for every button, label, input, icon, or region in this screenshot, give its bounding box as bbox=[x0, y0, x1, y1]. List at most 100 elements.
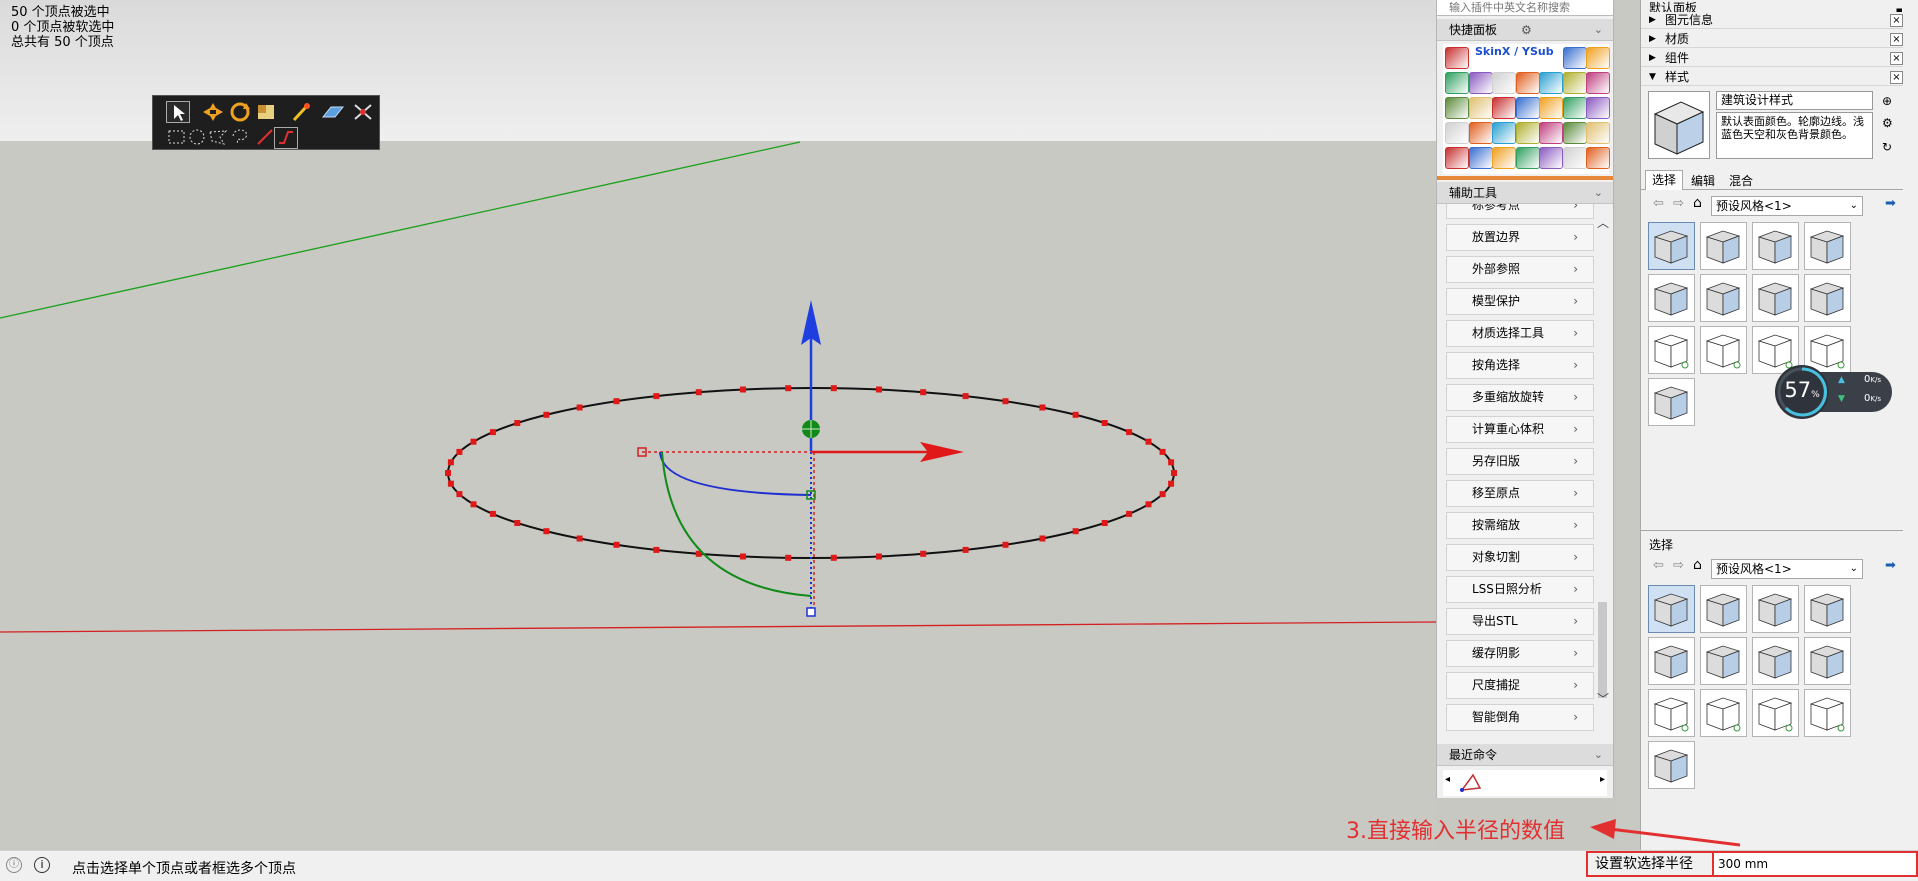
vertex-marker[interactable] bbox=[456, 448, 463, 455]
lower-style-dropdown[interactable]: 预设风格<1> ⌄ bbox=[1711, 559, 1863, 579]
vertex-marker[interactable] bbox=[653, 546, 660, 553]
plugin-tool-icon[interactable] bbox=[1515, 97, 1540, 119]
aux-tool-button[interactable]: 导出STL › bbox=[1446, 608, 1594, 635]
back-icon[interactable]: ⇦ bbox=[1653, 558, 1664, 573]
style-thumbnail-tile[interactable] bbox=[1648, 585, 1695, 633]
vertex-marker[interactable] bbox=[1039, 404, 1046, 411]
aux-tool-button[interactable]: 智能倒角 › bbox=[1446, 704, 1594, 731]
move-vertex-icon[interactable] bbox=[201, 101, 225, 123]
scale-vertex-icon[interactable] bbox=[255, 101, 279, 123]
style-thumbnail-tile[interactable] bbox=[1752, 222, 1799, 270]
chevron-down-icon[interactable]: ⌄ bbox=[1594, 744, 1603, 766]
style-thumbnail-tile[interactable] bbox=[1804, 689, 1851, 737]
geo-location-icon[interactable]: ⓘ bbox=[6, 857, 22, 873]
plugin-tool-icon[interactable] bbox=[1445, 122, 1469, 144]
aux-tool-button[interactable]: 外部参照 › bbox=[1446, 256, 1594, 283]
style-thumbnail-tile[interactable] bbox=[1752, 585, 1799, 633]
vertex-marker[interactable] bbox=[489, 429, 496, 436]
add-style-icon[interactable]: ⊕ bbox=[1882, 94, 1892, 108]
home-icon[interactable]: ⌂ bbox=[1693, 557, 1702, 573]
style-thumbnail-tile[interactable] bbox=[1648, 378, 1695, 426]
plugin-tool-icon[interactable] bbox=[1539, 122, 1563, 144]
3d-viewport[interactable]: 50 个顶点被选中 0 个顶点被软选中 总共有 50 个顶点 bbox=[0, 0, 1436, 846]
aux-tool-button[interactable]: 模型保护 › bbox=[1446, 288, 1594, 315]
vertex-marker[interactable] bbox=[576, 404, 583, 411]
vertex-marker[interactable] bbox=[1159, 491, 1166, 498]
vertex-marker[interactable] bbox=[740, 553, 746, 560]
vertex-marker[interactable] bbox=[962, 546, 969, 553]
plugin-tool-icon[interactable] bbox=[1562, 147, 1587, 169]
splitter[interactable] bbox=[1641, 530, 1903, 531]
aux-tool-button[interactable]: 另存旧版 › bbox=[1446, 448, 1594, 475]
plugin-tool-icon[interactable] bbox=[1492, 122, 1516, 144]
plugin-tool-icon[interactable] bbox=[1586, 97, 1610, 119]
style-thumbnail-tile[interactable] bbox=[1804, 274, 1851, 322]
style-thumbnail-tile[interactable] bbox=[1648, 326, 1695, 374]
tab-select[interactable]: 选择 bbox=[1645, 170, 1684, 190]
plugin-tool-icon[interactable] bbox=[1539, 147, 1563, 169]
details-arrow-icon[interactable]: ➡ bbox=[1885, 558, 1896, 573]
vertex-marker[interactable] bbox=[876, 386, 882, 393]
vertex-marker[interactable] bbox=[514, 520, 521, 526]
vertex-marker[interactable] bbox=[1159, 448, 1166, 455]
rotate-vertex-icon[interactable] bbox=[228, 101, 252, 123]
vertex-marker[interactable] bbox=[543, 411, 550, 418]
scroll-down-icon[interactable]: ﹀ bbox=[1597, 690, 1609, 707]
close-icon[interactable]: × bbox=[1890, 14, 1903, 27]
vertex-marker[interactable] bbox=[1168, 459, 1175, 466]
plugin-tool-icon[interactable] bbox=[1586, 72, 1610, 94]
plugin-tool-icon[interactable] bbox=[1562, 122, 1587, 144]
plugin-tool-icon[interactable] bbox=[1586, 147, 1610, 169]
aux-tool-button[interactable]: 计算重心体积 › bbox=[1446, 416, 1594, 443]
vertex-marker[interactable] bbox=[830, 554, 837, 561]
aux-tool-button[interactable]: 按需缩放 › bbox=[1446, 512, 1594, 539]
section-styles[interactable]: ▼ 样式 × bbox=[1641, 69, 1903, 86]
plugin-tool-icon[interactable] bbox=[1492, 72, 1516, 94]
vertex-marker[interactable] bbox=[695, 389, 702, 396]
vertex-marker[interactable] bbox=[447, 459, 454, 466]
style-thumbnail-tile[interactable] bbox=[1700, 222, 1747, 270]
style-thumbnail-tile[interactable] bbox=[1700, 326, 1747, 374]
vertex-marker[interactable] bbox=[1168, 480, 1175, 487]
vertex-marker[interactable] bbox=[470, 438, 477, 445]
vertex-marker[interactable] bbox=[830, 385, 837, 392]
aux-tools-scrollbar[interactable]: ︿ ﹀ bbox=[1595, 210, 1609, 712]
scroll-right-icon[interactable]: ▸ bbox=[1600, 774, 1605, 785]
back-icon[interactable]: ⇦ bbox=[1653, 196, 1664, 211]
plugin-tool-icon[interactable] bbox=[1515, 122, 1540, 144]
plugin-tool-icon[interactable] bbox=[1445, 147, 1469, 169]
plugin-search-input[interactable]: 输入插件中英文名称搜索 bbox=[1437, 0, 1613, 16]
aux-tool-button[interactable]: LSS日照分析 › bbox=[1446, 576, 1594, 603]
vertex-marker[interactable] bbox=[876, 553, 882, 560]
aux-tool-button[interactable]: 放置边界 › bbox=[1446, 224, 1594, 251]
style-thumbnail-tile[interactable] bbox=[1648, 222, 1695, 270]
style-thumbnail-tile[interactable] bbox=[1804, 637, 1851, 685]
aux-tool-button[interactable]: 尺度捕捉 › bbox=[1446, 672, 1594, 699]
vertex-marker[interactable] bbox=[1171, 470, 1177, 476]
close-icon[interactable]: × bbox=[1890, 52, 1903, 65]
tab-mix[interactable]: 混合 bbox=[1723, 172, 1759, 190]
style-name-field[interactable]: 建筑设计样式 bbox=[1716, 91, 1873, 110]
vertex-marker[interactable] bbox=[920, 550, 927, 557]
style-thumbnail-tile[interactable] bbox=[1648, 689, 1695, 737]
style-thumbnail-tile[interactable] bbox=[1648, 741, 1695, 789]
vertex-marker[interactable] bbox=[1072, 528, 1079, 535]
style-thumbnail-tile[interactable] bbox=[1752, 637, 1799, 685]
aux-tool-button[interactable]: 对象切割 › bbox=[1446, 544, 1594, 571]
gear-icon[interactable]: ⚙ bbox=[1521, 19, 1532, 41]
quick-panel-header[interactable]: 快捷面板 ⚙ ⌄ bbox=[1437, 19, 1613, 41]
plugin-tool-icon[interactable] bbox=[1562, 72, 1587, 94]
section-entity-info[interactable]: ▶ 图元信息 × bbox=[1641, 12, 1903, 29]
plugin-tool-icon[interactable] bbox=[1586, 47, 1610, 69]
style-thumbnail-tile[interactable] bbox=[1648, 274, 1695, 322]
style-thumbnail-tile[interactable] bbox=[1804, 585, 1851, 633]
forward-icon[interactable]: ⇨ bbox=[1673, 558, 1684, 573]
plugin-tool-icon[interactable] bbox=[1515, 147, 1540, 169]
vertex-marker[interactable] bbox=[445, 470, 451, 476]
plugin-tool-icon[interactable] bbox=[1562, 47, 1587, 69]
style-thumbnail-tile[interactable] bbox=[1752, 689, 1799, 737]
magic-wand-icon[interactable] bbox=[290, 101, 314, 123]
close-icon[interactable]: × bbox=[1890, 71, 1903, 84]
vertex-marker[interactable] bbox=[1002, 398, 1009, 405]
tab-edit[interactable]: 编辑 bbox=[1685, 172, 1721, 190]
